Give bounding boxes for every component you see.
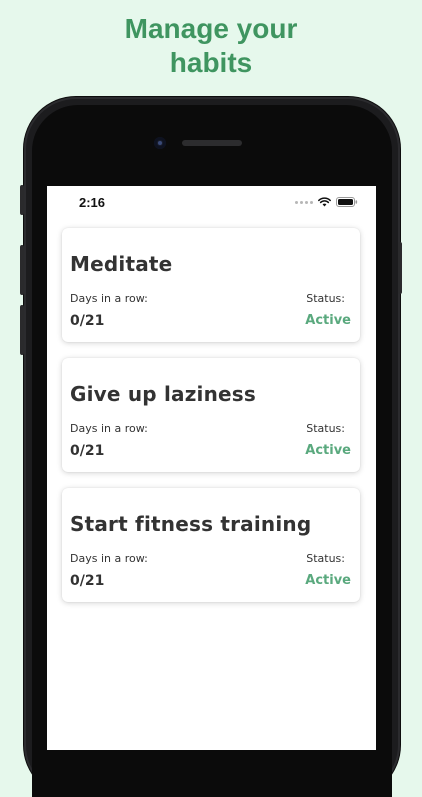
habit-title: Give up laziness — [70, 382, 257, 406]
habit-card-start-fitness-training[interactable]: Start fitness training Days in a row: St… — [62, 488, 360, 602]
streak-value: 0/21 — [70, 313, 105, 329]
streak-value: 0/21 — [70, 443, 105, 459]
headline-line-2: habits — [169, 47, 253, 78]
streak-label: Days in a row: — [70, 292, 148, 305]
status-bar: 2:16 — [47, 186, 376, 220]
status-value: Active — [305, 313, 351, 328]
status-label: Status: — [306, 552, 345, 565]
front-camera-icon — [154, 137, 166, 149]
phone-volume-up-button — [20, 245, 24, 295]
phone-power-button — [398, 242, 402, 294]
streak-value: 0/21 — [70, 573, 105, 589]
headline-line-1: Manage your — [124, 13, 298, 44]
phone-volume-down-button — [20, 305, 24, 355]
streak-label: Days in a row: — [70, 422, 148, 435]
habit-list: Meditate Days in a row: Status: 0/21 Act… — [62, 228, 360, 618]
status-value: Active — [305, 573, 351, 588]
app-screen: 2:16 Meditate Days in a row: Status: 0/2… — [47, 186, 376, 750]
phone-mute-switch — [20, 185, 24, 215]
streak-label: Days in a row: — [70, 552, 148, 565]
habit-card-meditate[interactable]: Meditate Days in a row: Status: 0/21 Act… — [62, 228, 360, 342]
status-time: 2:16 — [79, 195, 106, 210]
status-label: Status: — [306, 422, 345, 435]
habit-card-give-up-laziness[interactable]: Give up laziness Days in a row: Status: … — [62, 358, 360, 472]
habit-title: Meditate — [70, 252, 173, 276]
status-label: Status: — [306, 292, 345, 305]
signal-dots-icon — [295, 200, 313, 204]
promo-headline: Manage your habits — [0, 12, 422, 80]
wifi-icon — [318, 197, 331, 207]
status-icons — [295, 197, 358, 207]
earpiece-speaker — [182, 140, 242, 146]
status-value: Active — [305, 443, 351, 458]
battery-icon — [336, 197, 358, 207]
habit-title: Start fitness training — [70, 512, 312, 536]
